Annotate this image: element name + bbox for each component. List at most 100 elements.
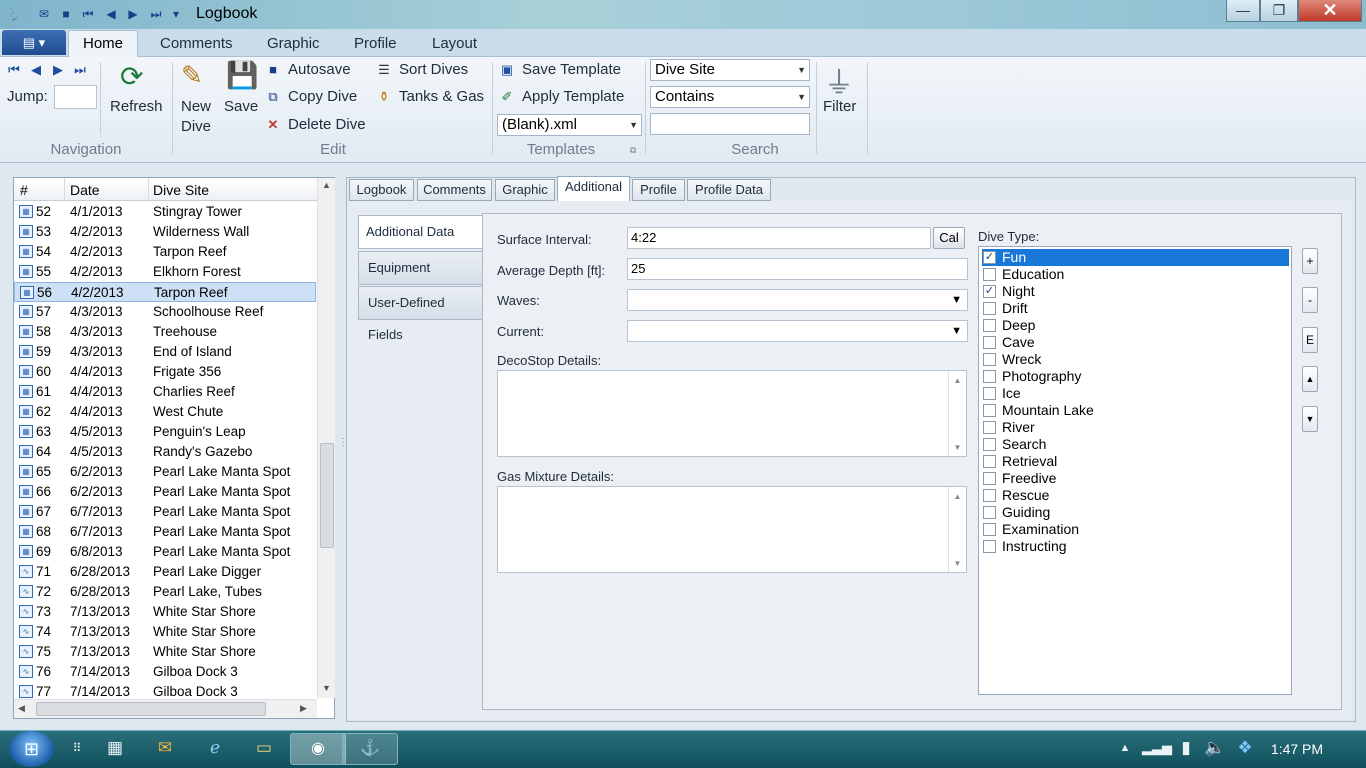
- qat-dropdown-icon[interactable]: ▾: [168, 6, 184, 22]
- tab-graphic[interactable]: Graphic: [267, 35, 320, 52]
- delete-icon[interactable]: ✕: [265, 117, 281, 133]
- minimize-button[interactable]: —: [1226, 0, 1260, 22]
- volume-icon[interactable]: 🔈: [1202, 735, 1228, 761]
- sort-dives-button[interactable]: Sort Dives: [399, 61, 468, 78]
- calculate-button[interactable]: Cal: [933, 227, 965, 249]
- save-template-icon[interactable]: ▣: [499, 62, 515, 78]
- dropbox-icon[interactable]: ❖: [1232, 735, 1258, 761]
- decostop-textarea[interactable]: ▲ ▼: [497, 370, 967, 457]
- open-icon[interactable]: ✉: [36, 6, 52, 22]
- scroll-right-icon[interactable]: ▶: [300, 703, 307, 714]
- dive-type-checkbox[interactable]: [983, 489, 996, 502]
- table-row[interactable]: ▦ 58 4/3/2013 Treehouse: [14, 322, 316, 342]
- last-icon[interactable]: ⏭: [148, 6, 164, 22]
- tab-graphic-detail[interactable]: Graphic: [495, 179, 555, 201]
- table-row[interactable]: ▦ 55 4/2/2013 Elkhorn Forest: [14, 262, 316, 282]
- dive-type-item[interactable]: Deep: [982, 317, 1289, 334]
- dive-type-item[interactable]: Rescue: [982, 487, 1289, 504]
- refresh-icon[interactable]: ⟳: [120, 60, 143, 93]
- side-tab-user-defined-fields[interactable]: User-Defined Fields: [358, 286, 483, 342]
- dive-type-item[interactable]: Drift: [982, 300, 1289, 317]
- scroll-down-icon[interactable]: ▼: [322, 683, 331, 693]
- dive-type-checkbox[interactable]: [983, 302, 996, 315]
- dive-type-item[interactable]: Photography: [982, 368, 1289, 385]
- current-select[interactable]: ▼: [627, 320, 968, 342]
- sort-icon[interactable]: ☰: [376, 62, 392, 78]
- tab-profile-detail[interactable]: Profile: [632, 179, 685, 201]
- last-dive-icon[interactable]: ⏭: [72, 62, 88, 78]
- network-icon[interactable]: ▂▃▅: [1142, 735, 1172, 761]
- dive-type-checkbox[interactable]: [983, 370, 996, 383]
- internet-explorer-icon[interactable]: ℯ: [202, 735, 228, 761]
- table-row[interactable]: ▦ 60 4/4/2013 Frigate 356: [14, 362, 316, 382]
- table-row[interactable]: ▦ 52 4/1/2013 Stingray Tower: [14, 202, 316, 222]
- table-row[interactable]: ∿ 71 6/28/2013 Pearl Lake Digger: [14, 562, 316, 582]
- save-template-button[interactable]: Save Template: [522, 61, 621, 78]
- tab-home[interactable]: Home: [68, 30, 138, 58]
- surface-interval-input[interactable]: 4:22: [627, 227, 931, 249]
- scroll-up-icon[interactable]: ▲: [322, 180, 331, 190]
- table-row[interactable]: ▦ 65 6/2/2013 Pearl Lake Manta Spot: [14, 462, 316, 482]
- first-dive-icon[interactable]: ⏮: [6, 62, 22, 78]
- table-row[interactable]: ▦ 61 4/4/2013 Charlies Reef: [14, 382, 316, 402]
- table-row[interactable]: ▦ 54 4/2/2013 Tarpon Reef: [14, 242, 316, 262]
- dive-type-checkbox[interactable]: [983, 455, 996, 468]
- dive-type-item[interactable]: River: [982, 419, 1289, 436]
- close-button[interactable]: ✕: [1298, 0, 1362, 22]
- prev-dive-icon[interactable]: ◀: [28, 62, 44, 78]
- dive-type-item[interactable]: Freedive: [982, 470, 1289, 487]
- tab-additional[interactable]: Additional: [557, 176, 630, 202]
- prev-icon[interactable]: ◀: [103, 6, 119, 22]
- textarea-scrollbar[interactable]: ▲ ▼: [948, 371, 966, 456]
- move-up-button[interactable]: ▲: [1302, 366, 1318, 392]
- refresh-button[interactable]: Refresh: [110, 98, 163, 115]
- waves-select[interactable]: ▼: [627, 289, 968, 311]
- dive-type-item[interactable]: Ice: [982, 385, 1289, 402]
- remove-type-button[interactable]: -: [1302, 287, 1318, 313]
- horizontal-scrollbar[interactable]: ◀ ▶: [14, 699, 317, 718]
- dive-type-list[interactable]: ✓ Fun Education ✓ Night Drift Deep Cave Wreck Pho…: [978, 246, 1292, 695]
- table-row[interactable]: ▦ 62 4/4/2013 West Chute: [14, 402, 316, 422]
- gas-mixture-textarea[interactable]: ▲ ▼: [497, 486, 967, 573]
- first-icon[interactable]: ⏮: [80, 6, 96, 22]
- dive-type-item[interactable]: Cave: [982, 334, 1289, 351]
- delete-dive-button[interactable]: Delete Dive: [288, 116, 366, 133]
- table-row[interactable]: ▦ 56 4/2/2013 Tarpon Reef: [14, 282, 316, 302]
- taskbar-logbook-window[interactable]: ◉: [290, 733, 346, 765]
- average-depth-input[interactable]: 25: [627, 258, 968, 280]
- apply-template-icon[interactable]: ✐: [499, 89, 515, 105]
- dive-type-checkbox[interactable]: [983, 472, 996, 485]
- dive-type-checkbox[interactable]: [983, 421, 996, 434]
- tab-comments[interactable]: Comments: [160, 35, 233, 52]
- side-tab-additional-data[interactable]: Additional Data: [358, 215, 483, 249]
- column-header-number[interactable]: #: [20, 182, 28, 198]
- dive-type-checkbox[interactable]: ✓: [983, 251, 996, 264]
- table-row[interactable]: ∿ 73 7/13/2013 White Star Shore: [14, 602, 316, 622]
- table-row[interactable]: ∿ 77 7/14/2013 Gilboa Dock 3: [14, 682, 316, 699]
- search-field-select[interactable]: Dive Site ▼: [650, 59, 810, 81]
- dive-type-item[interactable]: Instructing: [982, 538, 1289, 555]
- calculator-icon[interactable]: ▦: [102, 735, 128, 761]
- search-input[interactable]: [650, 113, 810, 135]
- maximize-button[interactable]: ❐: [1260, 0, 1298, 22]
- horizontal-scroll-thumb[interactable]: [36, 702, 266, 716]
- vertical-scroll-thumb[interactable]: [320, 443, 334, 548]
- table-row[interactable]: ▦ 57 4/3/2013 Schoolhouse Reef: [14, 302, 316, 322]
- side-tab-equipment[interactable]: Equipment: [358, 251, 483, 285]
- table-row[interactable]: ▦ 64 4/5/2013 Randy's Gazebo: [14, 442, 316, 462]
- dive-type-checkbox[interactable]: [983, 268, 996, 281]
- show-hidden-icons[interactable]: ▲: [1112, 735, 1138, 761]
- scroll-down-icon[interactable]: ▼: [949, 559, 966, 568]
- dive-type-item[interactable]: Education: [982, 266, 1289, 283]
- column-header-date[interactable]: Date: [70, 182, 100, 198]
- dive-type-item[interactable]: Wreck: [982, 351, 1289, 368]
- table-row[interactable]: ∿ 75 7/13/2013 White Star Shore: [14, 642, 316, 662]
- template-select[interactable]: (Blank).xml ▼: [497, 114, 642, 136]
- dive-type-checkbox[interactable]: [983, 336, 996, 349]
- apply-template-button[interactable]: Apply Template: [522, 88, 624, 105]
- autosave-icon[interactable]: ■: [265, 62, 281, 78]
- dive-type-checkbox[interactable]: ✓: [983, 285, 996, 298]
- scroll-up-icon[interactable]: ▲: [949, 376, 966, 385]
- autosave-button[interactable]: Autosave: [288, 61, 351, 78]
- dive-type-checkbox[interactable]: [983, 319, 996, 332]
